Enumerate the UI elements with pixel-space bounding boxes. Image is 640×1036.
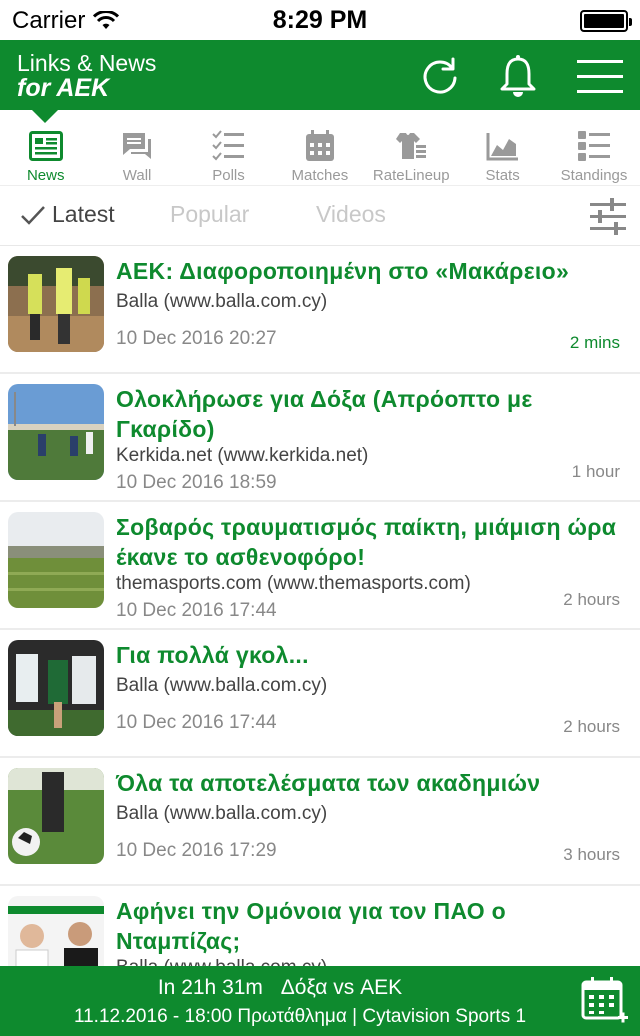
news-date: 10 Dec 2016 17:44 [116,712,277,733]
news-thumbnail [8,256,104,352]
tab-polls-label: Polls [212,167,245,184]
news-thumbnail [8,640,104,736]
sliders-icon [590,198,626,235]
standings-icon [578,131,611,161]
news-list: ΑΕΚ: Διαφοροποιημένη στο «Μακάρειο» Ball… [0,246,640,966]
news-headline[interactable]: Για πολλά γκολ... [116,640,628,670]
refresh-icon [423,57,457,94]
news-source: themasports.com (www.themasports.com) [116,573,471,594]
next-match-summary: In 21h 31m Δόξα vs ΑΕΚ [0,976,560,1000]
tab-wall-label: Wall [122,167,152,184]
wall-icon [123,133,152,159]
news-item[interactable]: Αφήνει την Ομόνοια για τον ΠΑΟ ο Νταμπίζ… [0,886,640,966]
tab-standings-label: Standings [560,167,628,184]
tab-news-label: News [26,167,65,184]
match-countdown: In 21h 31m [157,976,263,999]
tab-standings[interactable]: Standings [548,110,639,185]
wifi-icon [93,11,120,29]
news-age: 2 mins [569,333,620,352]
news-date: 10 Dec 2016 17:44 [116,600,277,621]
checkmark-icon [21,205,45,225]
carrier: Carrier [12,7,120,35]
news-thumbnail [8,512,104,608]
news-age: 2 hours [563,717,620,736]
next-match-bar[interactable]: In 21h 31m Δόξα vs ΑΕΚ 11.12.2016 - 18:0… [0,966,640,1036]
news-icon [28,131,63,161]
calendar-icon [305,130,334,161]
feed-filter-bar: Latest Popular Videos [0,186,640,246]
news-date: 10 Dec 2016 20:27 [116,328,277,349]
stats-chart-icon [486,133,518,161]
news-headline[interactable]: Αφήνει την Ομόνοια για τον ΠΑΟ ο Νταμπίζ… [116,896,628,956]
refresh-button[interactable] [416,52,464,100]
news-item[interactable]: Ολοκλήρωσε για Δόξα (Απρόοπτο με Γκαρίδο… [0,374,640,502]
news-date: 10 Dec 2016 18:59 [116,472,277,493]
subtab-latest[interactable]: Latest [20,201,115,228]
news-headline[interactable]: Σοβαρός τραυματισμός παίκτη, μιάμιση ώρα… [116,512,628,572]
news-source: Balla (www.balla.com.cy) [116,291,328,312]
news-source: Balla (www.balla.com.cy) [116,803,328,824]
news-source: Balla (www.balla.com.cy) [116,675,328,696]
news-age: 1 hour [571,462,620,481]
subtab-popular[interactable]: Popular [170,201,249,228]
news-source: Kerkida.net (www.kerkida.net) [116,445,369,466]
news-thumbnail [8,896,104,966]
match-details: 11.12.2016 - 18:00 Πρωτάθλημα | Cytavisi… [73,1006,527,1027]
news-source: Balla (www.balla.com.cy) [116,957,327,966]
news-headline[interactable]: Όλα τα αποτελέσματα των ακαδημιών [116,768,628,798]
match-teams: Δόξα vs ΑΕΚ [280,976,403,999]
bell-icon [500,55,536,97]
add-to-calendar-icon[interactable] [580,976,628,1026]
jersey-icon [396,133,427,159]
app-title-line1: Links & News [17,50,157,76]
tab-ratelineup[interactable]: RateLineup [366,110,457,185]
news-age: 3 hours [563,845,620,864]
news-item[interactable]: ΑΕΚ: Διαφοροποιημένη στο «Μακάρειο» Ball… [0,246,640,374]
news-date: 10 Dec 2016 17:29 [116,840,277,861]
app-title-line2: for AEK [17,74,110,102]
tab-polls[interactable]: Polls [183,110,274,185]
subtab-latest-label: Latest [52,201,115,227]
app-header: Links & News for AEK [0,40,640,110]
news-headline[interactable]: Ολοκλήρωσε για Δόξα (Απρόοπτο με Γκαρίδο… [116,384,628,444]
polls-icon [212,130,245,161]
section-tab-bar: News Wall Polls Matches RateLineup Stats… [0,110,640,186]
active-tab-pointer [32,110,58,123]
news-item[interactable]: Για πολλά γκολ... Balla (www.balla.com.c… [0,630,640,758]
news-item[interactable]: Όλα τα αποτελέσματα των ακαδημιών Balla … [0,758,640,886]
news-age: 2 hours [563,590,620,609]
status-bar: Carrier 8:29 PM [0,0,640,40]
tab-matches[interactable]: Matches [274,110,365,185]
tab-stats[interactable]: Stats [457,110,548,185]
tab-wall[interactable]: Wall [91,110,182,185]
news-headline[interactable]: ΑΕΚ: Διαφοροποιημένη στο «Μακάρειο» [116,256,628,286]
tab-matches-label: Matches [291,167,349,184]
news-thumbnail [8,384,104,480]
news-item[interactable]: Σοβαρός τραυματισμός παίκτη, μιάμιση ώρα… [0,502,640,630]
menu-button[interactable] [576,52,624,100]
notifications-button[interactable] [494,52,542,100]
carrier-label: Carrier [12,7,86,34]
filter-settings-button[interactable] [588,196,628,236]
tab-ratelineup-label: RateLineup [372,167,450,184]
hamburger-menu-icon [577,60,623,93]
subtab-videos[interactable]: Videos [316,201,386,228]
tab-stats-label: Stats [485,167,520,184]
battery-icon [580,10,632,32]
news-thumbnail [8,768,104,864]
